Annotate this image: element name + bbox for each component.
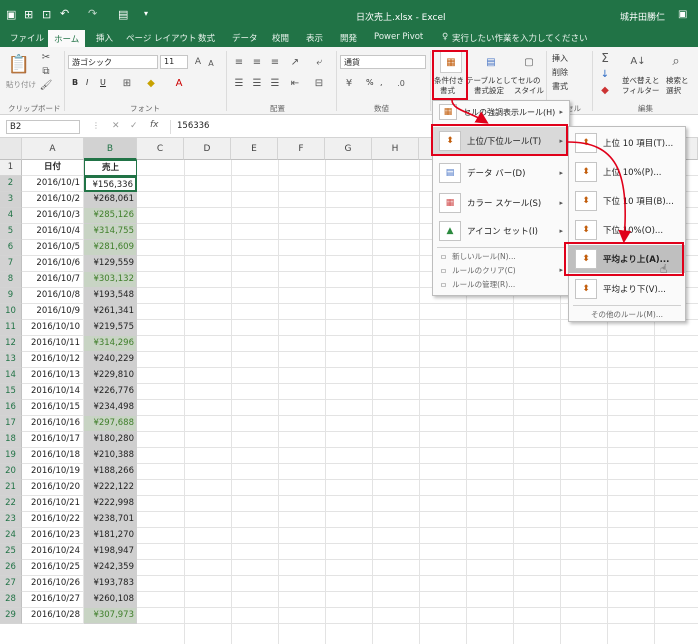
excel-window: ▣ ⊞ ⊡ ↶ ↷ ▤ ▾ 日次売上.xlsx - Excel 城井田勝仁 ▣ …	[0, 0, 698, 644]
arrow-to-top-bottom	[451, 99, 489, 124]
arrow-to-above-average	[567, 141, 632, 244]
annotation-arrows	[451, 99, 632, 244]
